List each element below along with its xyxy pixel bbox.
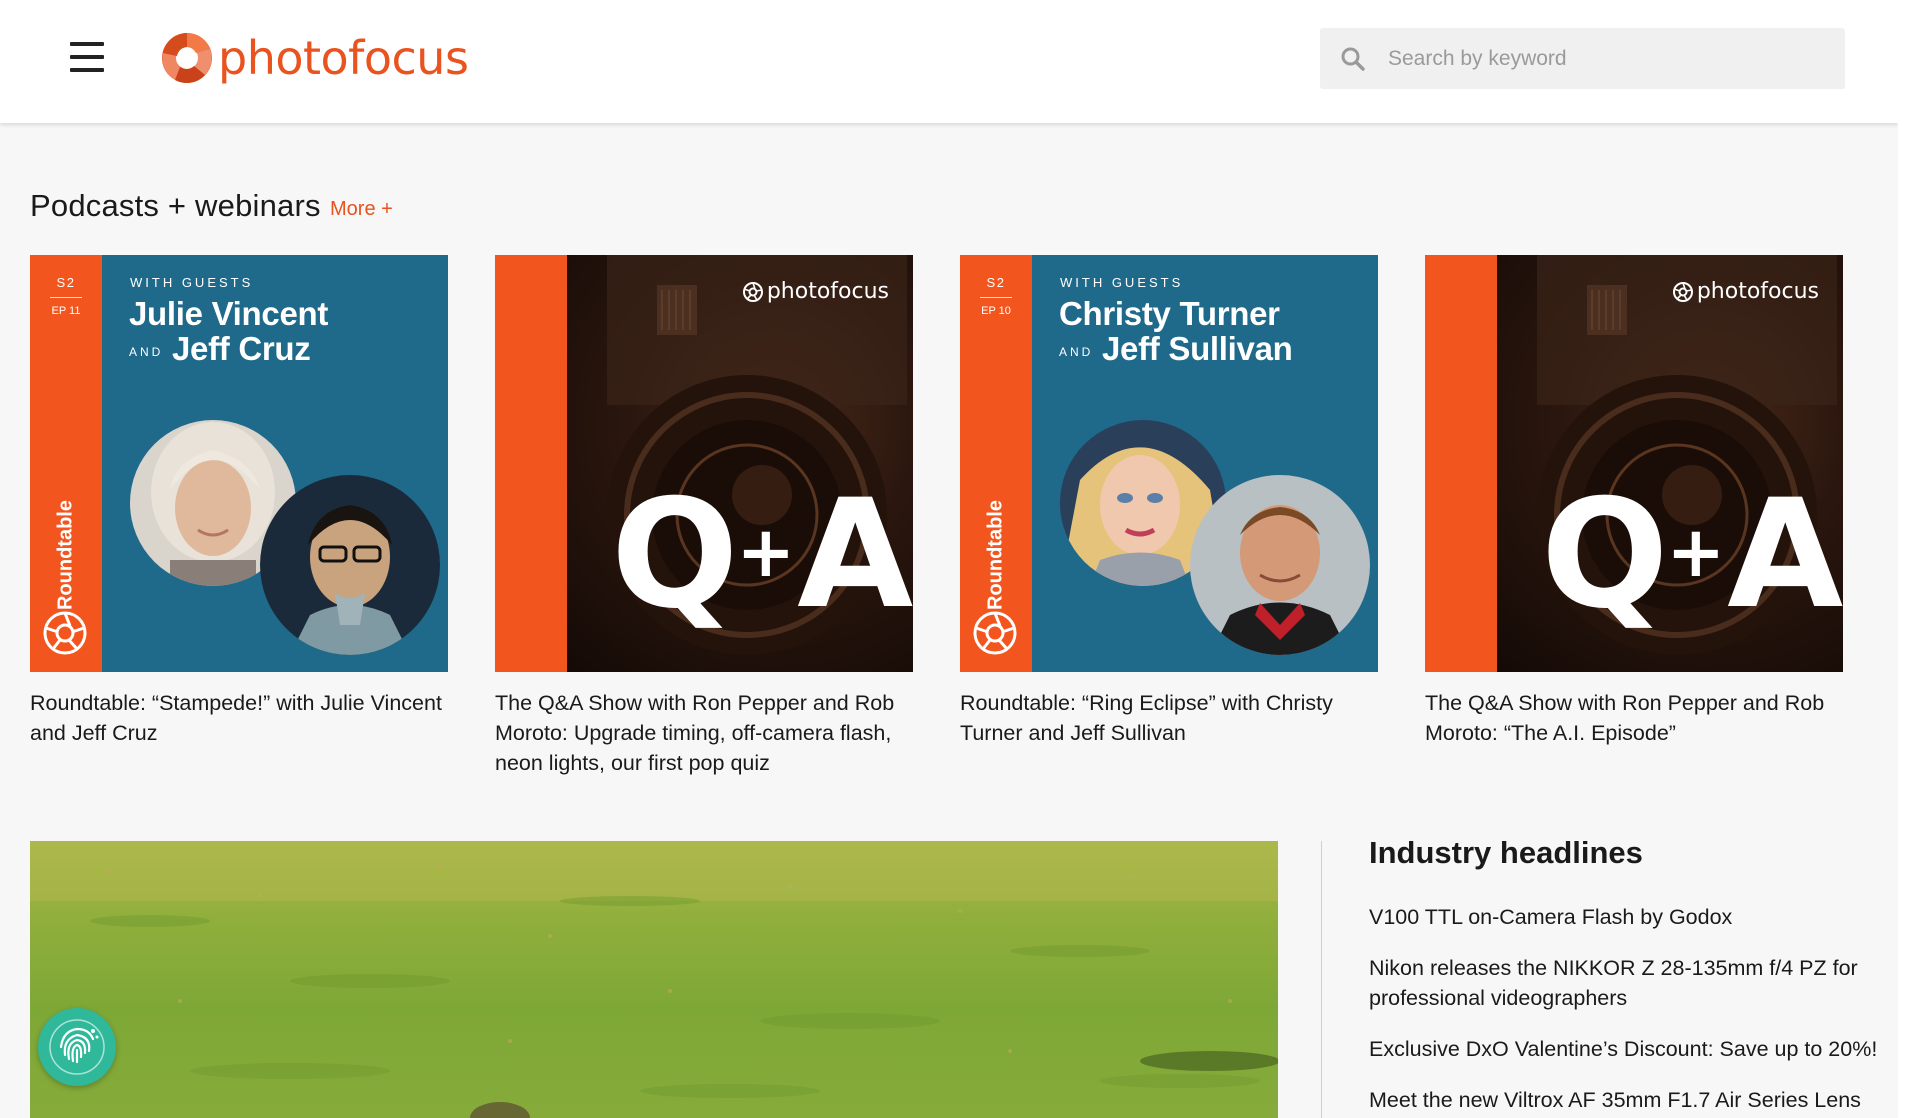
podcast-card[interactable]: S2 EP 10 Roundtable WITH GUESTS Christy … bbox=[960, 255, 1378, 748]
aperture-logo-icon bbox=[162, 33, 212, 83]
headline-link[interactable]: Nikon releases the NIKKOR Z 28-135mm f/4… bbox=[1369, 953, 1879, 1013]
headline-link[interactable]: Exclusive DxO Valentine’s Discount: Save… bbox=[1369, 1034, 1879, 1064]
qa-panel: photofocus Q+A bbox=[1497, 255, 1843, 672]
hamburger-menu-icon[interactable] bbox=[70, 42, 106, 72]
roundtable-strip: S2 EP 10 Roundtable bbox=[960, 255, 1032, 672]
headline-link[interactable]: V100 TTL on-Camera Flash by Godox bbox=[1369, 902, 1879, 932]
podcast-card[interactable]: photofocus Q+A The Q&A Show with Ron Pep… bbox=[1425, 255, 1843, 748]
headline-link[interactable]: Meet the new Viltrox AF 35mm F1.7 Air Se… bbox=[1369, 1085, 1879, 1115]
logo-wordmark: photofocus bbox=[218, 31, 469, 85]
aperture-icon bbox=[742, 281, 763, 302]
season-label: S2 bbox=[56, 275, 76, 290]
aperture-icon bbox=[43, 611, 87, 655]
roundtable-panel: WITH GUESTS Julie Vincent AND Jeff Cruz bbox=[102, 255, 448, 672]
sidebar-divider bbox=[1321, 841, 1322, 1118]
search-box[interactable] bbox=[1320, 28, 1845, 89]
guest-name-2: Jeff Sullivan bbox=[1102, 330, 1293, 367]
section-title-headlines: Industry headlines bbox=[1369, 835, 1643, 870]
podcast-title-link[interactable]: Roundtable: “Stampede!” with Julie Vince… bbox=[30, 688, 448, 748]
qa-wordmark: Q+A bbox=[1541, 468, 1843, 642]
grass-field-image bbox=[30, 841, 1278, 1118]
podcast-title-link[interactable]: The Q&A Show with Ron Pepper and Rob Mor… bbox=[495, 688, 913, 778]
guest-portrait bbox=[260, 475, 440, 655]
scrollbar-track[interactable] bbox=[1898, 0, 1920, 1118]
qa-strip bbox=[495, 255, 567, 672]
with-guests-label: WITH GUESTS bbox=[1060, 275, 1184, 290]
episode-label: EP 10 bbox=[981, 305, 1011, 317]
and-label: AND bbox=[129, 345, 164, 359]
roundtable-label: Roundtable bbox=[984, 500, 1007, 610]
qa-brand-logo: photofocus bbox=[742, 279, 889, 304]
accessibility-badge-button[interactable] bbox=[38, 1008, 116, 1086]
roundtable-panel: WITH GUESTS Christy Turner AND Jeff Sull… bbox=[1032, 255, 1378, 672]
roundtable-strip: S2 EP 11 Roundtable bbox=[30, 255, 102, 672]
podcast-thumbnail[interactable]: photofocus Q+A bbox=[1425, 255, 1843, 672]
section-title-podcasts: Podcasts + webinars bbox=[30, 188, 321, 223]
episode-label: EP 11 bbox=[51, 305, 81, 317]
season-label: S2 bbox=[986, 275, 1006, 290]
brand-text: photofocus bbox=[1696, 279, 1819, 304]
qa-strip bbox=[1425, 255, 1497, 672]
guest-name-1: Christy Turner bbox=[1059, 295, 1280, 332]
podcast-thumbnail[interactable]: S2 EP 11 Roundtable WITH GUESTS Julie Vi… bbox=[30, 255, 448, 672]
brand-text: photofocus bbox=[766, 279, 889, 304]
qa-panel: photofocus Q+A bbox=[567, 255, 913, 672]
podcast-thumbnail[interactable]: photofocus Q+A bbox=[495, 255, 913, 672]
guest-portrait bbox=[1190, 475, 1370, 655]
podcast-thumbnail[interactable]: S2 EP 10 Roundtable WITH GUESTS Christy … bbox=[960, 255, 1378, 672]
aperture-icon bbox=[1672, 281, 1693, 302]
more-podcasts-link[interactable]: More + bbox=[330, 198, 393, 221]
roundtable-label: Roundtable bbox=[54, 500, 77, 610]
podcast-title-link[interactable]: The Q&A Show with Ron Pepper and Rob Mor… bbox=[1425, 688, 1843, 748]
podcast-title-link[interactable]: Roundtable: “Ring Eclipse” with Christy … bbox=[960, 688, 1378, 748]
site-header: photofocus bbox=[0, 0, 1898, 123]
search-icon bbox=[1341, 47, 1365, 71]
fingerprint-icon bbox=[49, 1019, 105, 1075]
featured-article-image[interactable] bbox=[30, 841, 1278, 1118]
qa-brand-logo: photofocus bbox=[1672, 279, 1819, 304]
guest-name-1: Julie Vincent bbox=[129, 295, 329, 332]
qa-wordmark: Q+A bbox=[611, 468, 913, 642]
site-logo[interactable]: photofocus bbox=[160, 28, 469, 88]
podcast-card[interactable]: S2 EP 11 Roundtable WITH GUESTS Julie Vi… bbox=[30, 255, 448, 748]
guest-name-2: Jeff Cruz bbox=[172, 330, 311, 367]
and-label: AND bbox=[1059, 345, 1094, 359]
podcast-card[interactable]: photofocus Q+A The Q&A Show with Ron Pep… bbox=[495, 255, 913, 778]
with-guests-label: WITH GUESTS bbox=[130, 275, 254, 290]
search-input[interactable] bbox=[1388, 46, 1828, 71]
aperture-icon bbox=[973, 611, 1017, 655]
